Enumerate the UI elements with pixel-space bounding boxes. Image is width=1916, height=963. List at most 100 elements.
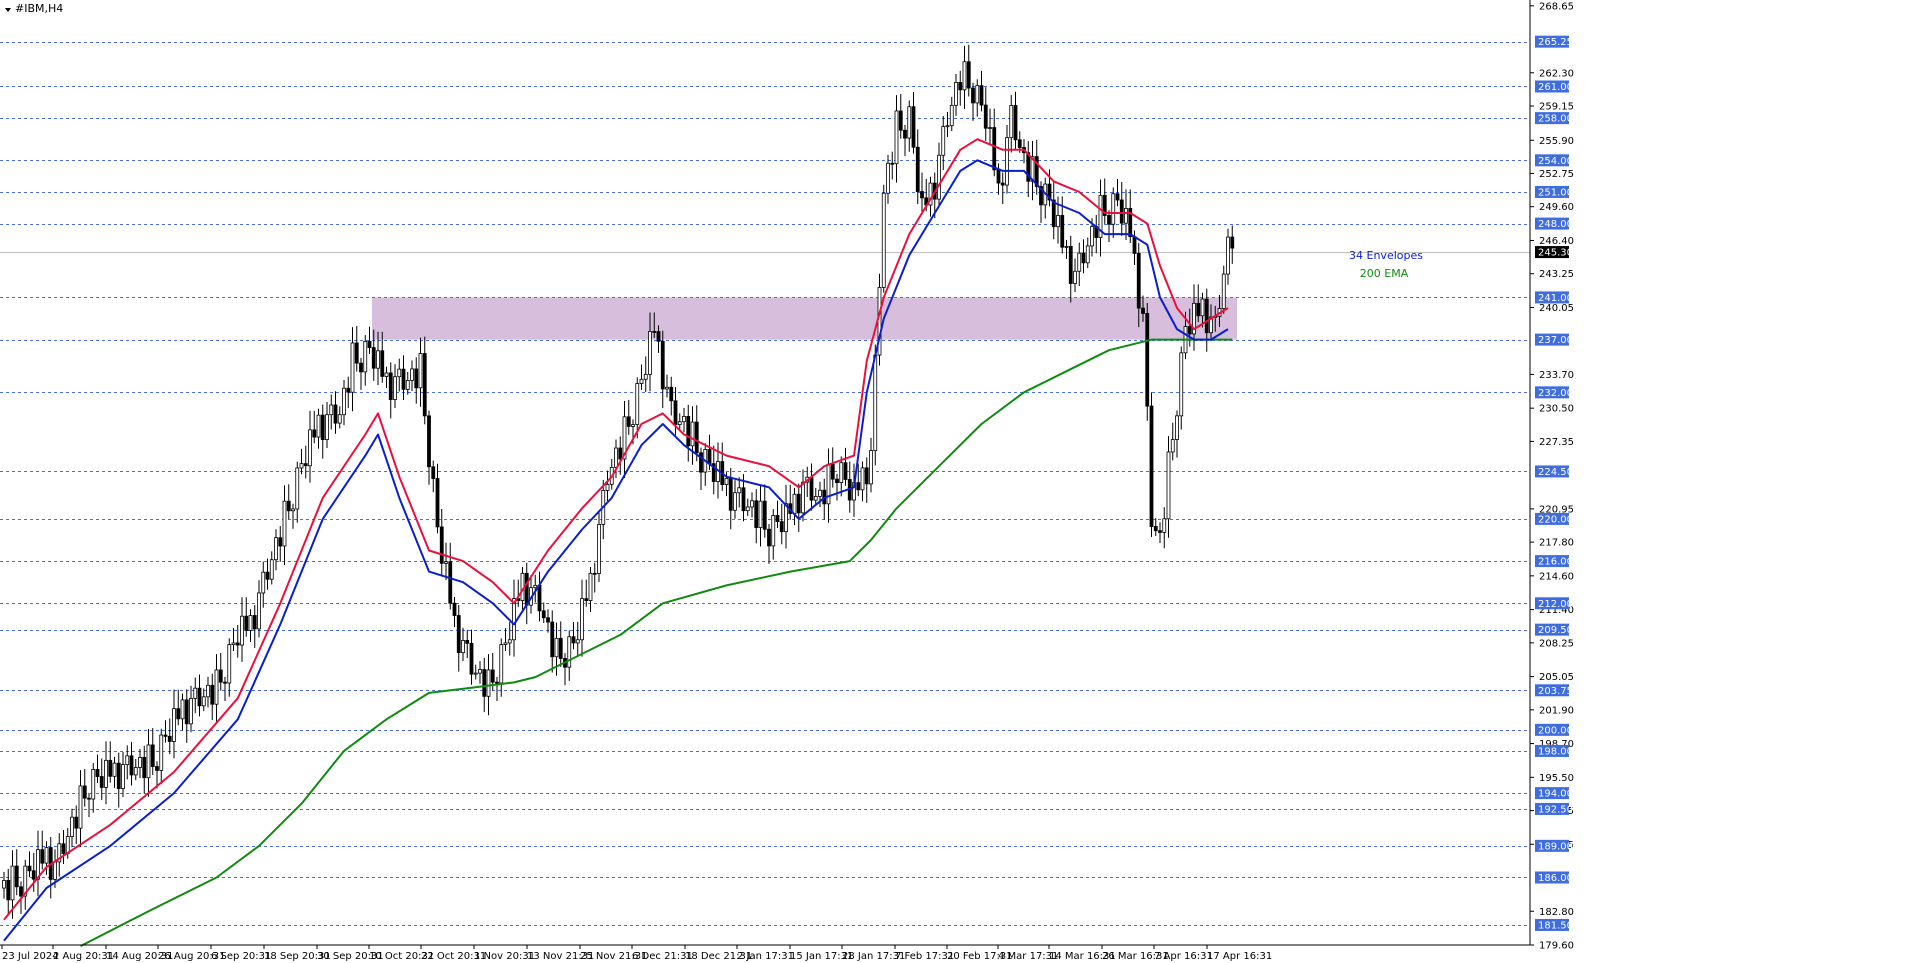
candle-body — [167, 735, 172, 742]
candle-body — [342, 387, 346, 416]
candle-body — [758, 500, 763, 528]
level-tag: 216.00 — [1538, 557, 1573, 568]
candle-body — [431, 466, 436, 479]
candle-body — [19, 886, 23, 897]
candle-body — [303, 463, 308, 467]
candle-body — [142, 757, 147, 779]
level-tag: 189.00 — [1538, 841, 1573, 852]
candle-body — [354, 342, 359, 364]
level-tag: 254.00 — [1538, 156, 1573, 167]
candle-body — [129, 755, 134, 776]
candle-body — [860, 467, 865, 491]
support-resistance-zone — [372, 297, 1237, 340]
y-tick-label: 227.35 — [1539, 437, 1574, 448]
candle-body — [971, 87, 975, 104]
level-tag: 241.00 — [1538, 293, 1573, 304]
candle-body — [1132, 236, 1137, 254]
candle-body — [911, 106, 916, 148]
level-tag: 203.75 — [1538, 686, 1573, 697]
level-tag: 212.00 — [1538, 599, 1573, 610]
candle-body — [830, 463, 835, 480]
candle-body — [206, 684, 210, 698]
price-chart[interactable]: 268.65 262.30 259.15 255.90 252.75 249.60 246.… — [0, 0, 1916, 963]
candle-body — [478, 669, 482, 674]
candle-body — [524, 572, 529, 606]
candle-body — [754, 500, 759, 528]
candle-body — [1077, 252, 1082, 272]
candle-body — [894, 110, 899, 165]
candle-body — [218, 669, 223, 683]
level-tag: 237.00 — [1538, 335, 1573, 346]
candle-body — [1009, 105, 1014, 139]
candle-body — [257, 592, 261, 630]
candle-body — [605, 483, 610, 491]
x-tick-label: 2 Jan 17:31 — [737, 951, 794, 962]
y-tick-label: 230.50 — [1539, 404, 1574, 415]
candle-body — [252, 615, 257, 630]
candle-body — [1107, 215, 1111, 225]
candle-body — [541, 610, 546, 619]
candle-body — [665, 386, 669, 390]
candle-body — [618, 447, 623, 460]
y-tick-label: 201.90 — [1539, 705, 1574, 716]
candle-body — [1141, 307, 1145, 314]
level-tag: 200.00 — [1538, 725, 1573, 736]
candle-body — [108, 759, 113, 777]
candle-body — [265, 571, 270, 580]
candle-body — [1081, 252, 1086, 264]
current-price-tag: 245.30 — [1538, 248, 1573, 259]
candle-body — [133, 767, 138, 776]
candle-body — [210, 684, 215, 705]
candle-body — [741, 487, 746, 512]
x-tick-label: 6 Dec 21:31 — [632, 951, 693, 962]
candle-body — [172, 708, 176, 742]
candle-body — [482, 669, 487, 697]
candle-body — [499, 644, 504, 684]
candle-body — [371, 347, 376, 369]
candle-body — [813, 496, 818, 501]
candle-body — [966, 61, 971, 89]
candle-body — [235, 642, 240, 646]
candle-body — [907, 106, 912, 139]
candle-body — [121, 764, 125, 789]
candle-body — [1119, 199, 1124, 224]
candle-body — [231, 642, 236, 646]
candle-body — [937, 154, 941, 200]
candle-body — [835, 478, 839, 484]
candle-body — [733, 492, 737, 511]
candle-body — [473, 672, 478, 675]
candle-body — [435, 478, 440, 528]
candle-body — [1196, 302, 1201, 317]
level-tag: 258.00 — [1538, 114, 1573, 125]
candle-body — [214, 669, 219, 705]
y-tick-label: 195.50 — [1539, 773, 1574, 784]
y-tick-label: 214.60 — [1539, 571, 1574, 582]
candle-body — [1136, 253, 1141, 309]
candle-body — [762, 500, 767, 530]
candle-body — [70, 816, 74, 837]
candle-body — [771, 515, 776, 547]
candle-body — [78, 785, 83, 829]
candle-body — [244, 615, 249, 631]
candle-body — [448, 561, 453, 604]
candle-body — [1221, 273, 1226, 309]
candle-body — [27, 865, 32, 872]
candle-body — [631, 424, 635, 427]
candle-body — [1064, 245, 1069, 248]
candle-body — [941, 126, 946, 156]
candle-body — [410, 368, 414, 381]
candle-body — [507, 639, 512, 644]
candle-body — [1162, 518, 1167, 533]
candle-body — [295, 467, 300, 510]
candle-body — [796, 493, 801, 514]
candle-body — [843, 462, 848, 480]
level-tag: 186.00 — [1538, 873, 1573, 884]
candle-body — [818, 489, 822, 497]
candle-body — [1230, 236, 1235, 249]
candle-body — [40, 849, 45, 864]
candle-body — [801, 481, 805, 514]
candle-body — [1200, 298, 1205, 317]
candle-body — [945, 125, 950, 128]
candle-body — [728, 478, 733, 511]
candle-body — [584, 598, 589, 601]
